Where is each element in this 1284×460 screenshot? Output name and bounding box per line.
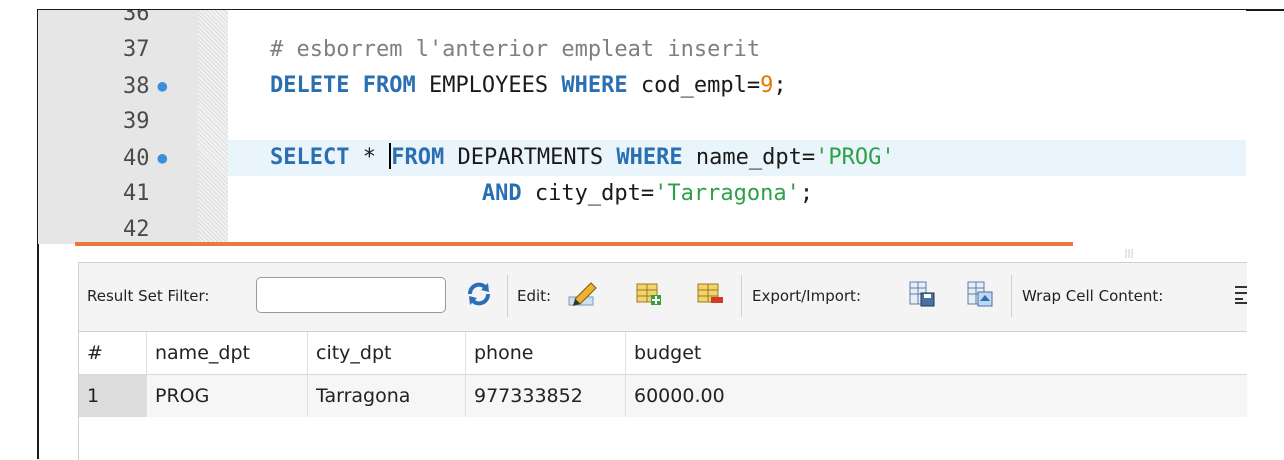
column-header-name-dpt[interactable]: name_dpt xyxy=(147,332,308,374)
line-number: 38 ● xyxy=(123,68,193,105)
line-number-text: 39 xyxy=(123,109,150,134)
code-text: SELECT * FROM DEPARTMENTS WHERE name_dpt… xyxy=(270,140,895,176)
code-line[interactable]: 42 xyxy=(38,212,1246,244)
code-text: # esborrem l'anterior empleat inserit xyxy=(270,32,760,68)
edit-label: Edit: xyxy=(517,287,552,305)
export-icon[interactable] xyxy=(907,279,937,309)
line-number-text: 37 xyxy=(123,37,150,62)
row-number-cell[interactable]: 1 xyxy=(79,375,147,417)
line-number-text: 42 xyxy=(123,217,150,242)
code-token: FROM xyxy=(391,145,445,170)
column-header-city-dpt[interactable]: city_dpt xyxy=(308,332,466,374)
code-token: cod_empl= xyxy=(627,73,761,98)
refresh-icon[interactable] xyxy=(464,279,494,309)
line-number: 41 xyxy=(123,176,193,212)
cell-phone[interactable]: 977333852 xyxy=(466,375,626,417)
sql-editor[interactable]: 36 37 # esborrem l'anterior empleat inseri… xyxy=(38,10,1246,244)
result-grid[interactable]: # name_dpt city_dpt phone budget 1 PROG … xyxy=(79,332,1247,460)
result-toolbar: Result Set Filter: Edit: Export/Import: … xyxy=(79,263,1247,332)
table-row[interactable]: 1 PROG Tarragona 977333852 60000.00 xyxy=(79,375,1247,417)
code-text: DELETE FROM EMPLOYEES WHERE cod_empl=9; xyxy=(270,68,787,104)
code-token: ; xyxy=(773,73,787,98)
result-panel: Result Set Filter: Edit: Export/Import: … xyxy=(78,262,1247,460)
code-token: WHERE xyxy=(561,73,628,98)
code-token: 'Tarragona' xyxy=(654,181,800,206)
export-import-label: Export/Import: xyxy=(752,287,861,305)
filter-label: Result Set Filter: xyxy=(87,287,210,305)
line-number: 40 ● xyxy=(123,140,193,177)
line-number-text: 40 xyxy=(123,146,150,171)
wrap-cell-label: Wrap Cell Content: xyxy=(1022,287,1164,305)
code-token: 'PROG' xyxy=(815,145,895,170)
line-number: 42 xyxy=(123,212,193,244)
splitter-grip-icon[interactable]: ||| xyxy=(1122,250,1136,259)
toolbar-separator xyxy=(1011,275,1012,317)
cell-budget[interactable]: 60000.00 xyxy=(626,375,1247,417)
line-number: 36 xyxy=(123,10,193,32)
code-line[interactable]: 39 xyxy=(38,104,1246,140)
cell-city-dpt[interactable]: Tarragona xyxy=(308,375,466,417)
import-icon[interactable] xyxy=(965,279,995,309)
column-header-rownum[interactable]: # xyxy=(79,332,147,374)
code-token: AND xyxy=(481,181,522,206)
code-text: AND city_dpt='Tarragona'; xyxy=(270,176,813,212)
delete-row-icon[interactable] xyxy=(695,279,725,309)
statement-marker-icon[interactable]: ● xyxy=(158,148,168,167)
result-filter-input[interactable] xyxy=(256,277,446,313)
splitter-handle[interactable] xyxy=(75,242,1073,246)
cell-name-dpt[interactable]: PROG xyxy=(147,375,308,417)
line-number: 37 xyxy=(123,32,193,68)
column-header-budget[interactable]: budget xyxy=(626,332,1247,374)
statement-marker-icon[interactable]: ● xyxy=(158,76,168,95)
code-token: * xyxy=(349,145,390,170)
code-token: city_dpt= xyxy=(521,181,655,206)
code-line[interactable]: 41 AND city_dpt='Tarragona'; xyxy=(38,176,1246,212)
line-number-text: 36 xyxy=(123,10,150,26)
code-line[interactable]: 40 ● SELECT * FROM DEPARTMENTS WHERE name_… xyxy=(38,140,1246,176)
code-token: 9 xyxy=(760,73,774,98)
column-header-phone[interactable]: phone xyxy=(466,332,626,374)
grid-header: # name_dpt city_dpt phone budget xyxy=(79,332,1247,375)
code-token: WHERE xyxy=(616,145,683,170)
code-line[interactable]: 37 # esborrem l'anterior empleat inserit xyxy=(38,32,1246,68)
line-number-text: 41 xyxy=(123,181,150,206)
wrap-cell-icon[interactable] xyxy=(1231,279,1247,309)
code-line[interactable]: 38 ● DELETE FROM EMPLOYEES WHERE cod_empl=… xyxy=(38,68,1246,104)
code-token: DEPARTMENTS xyxy=(444,145,617,170)
toolbar-separator xyxy=(741,275,742,317)
line-number-text: 38 xyxy=(123,74,150,99)
code-token: ; xyxy=(799,181,814,206)
toolbar-separator xyxy=(507,275,508,317)
code-line[interactable]: 36 xyxy=(38,10,1246,32)
code-token: EMPLOYEES xyxy=(415,73,562,98)
code-token: name_dpt= xyxy=(682,145,816,170)
line-number: 39 xyxy=(123,104,193,140)
edit-pencil-icon[interactable] xyxy=(567,279,597,309)
add-row-icon[interactable] xyxy=(634,279,664,309)
code-token: SELECT xyxy=(270,145,350,170)
code-token: # esborrem l'anterior empleat inserit xyxy=(270,37,761,62)
code-token: DELETE FROM xyxy=(270,73,416,98)
